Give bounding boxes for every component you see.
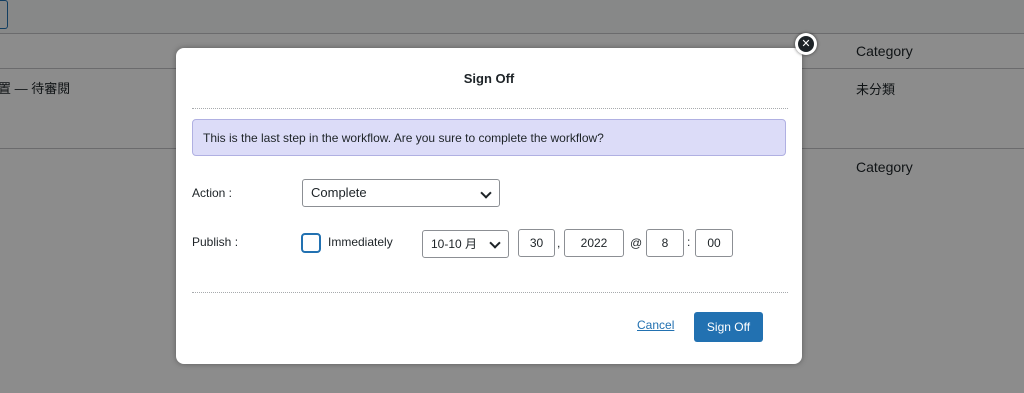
chevron-down-icon	[480, 187, 492, 199]
at-sign: @	[630, 236, 643, 250]
immediately-checkbox[interactable]	[301, 233, 321, 253]
close-button[interactable]: ✕	[795, 33, 817, 55]
close-icon: ✕	[798, 36, 814, 52]
workflow-notice: This is the last step in the workflow. A…	[192, 119, 786, 156]
dialog-title: Sign Off	[463, 71, 515, 86]
month-value: 10-10 月	[431, 237, 478, 251]
sign-off-button[interactable]: Sign Off	[694, 312, 763, 342]
publish-label: Publish :	[192, 235, 239, 249]
immediately-label[interactable]: Immediately	[328, 235, 393, 249]
footer-divider	[192, 292, 788, 293]
hour-input[interactable]: 8	[646, 229, 684, 257]
cancel-link[interactable]: Cancel	[637, 318, 674, 332]
year-input[interactable]: 2022	[564, 229, 624, 257]
sign-off-dialog: Sign Off This is the last step in the wo…	[176, 48, 802, 364]
day-input[interactable]: 30	[518, 229, 555, 257]
date-comma: ,	[557, 236, 561, 250]
action-label: Action :	[192, 186, 233, 200]
month-select[interactable]: 10-10 月	[422, 230, 509, 258]
action-select-value: Complete	[311, 185, 367, 200]
header-divider	[192, 108, 788, 109]
chevron-down-icon	[489, 237, 501, 249]
action-select[interactable]: Complete	[302, 179, 500, 207]
minute-input[interactable]: 00	[695, 229, 733, 257]
time-separator: :	[687, 235, 691, 249]
